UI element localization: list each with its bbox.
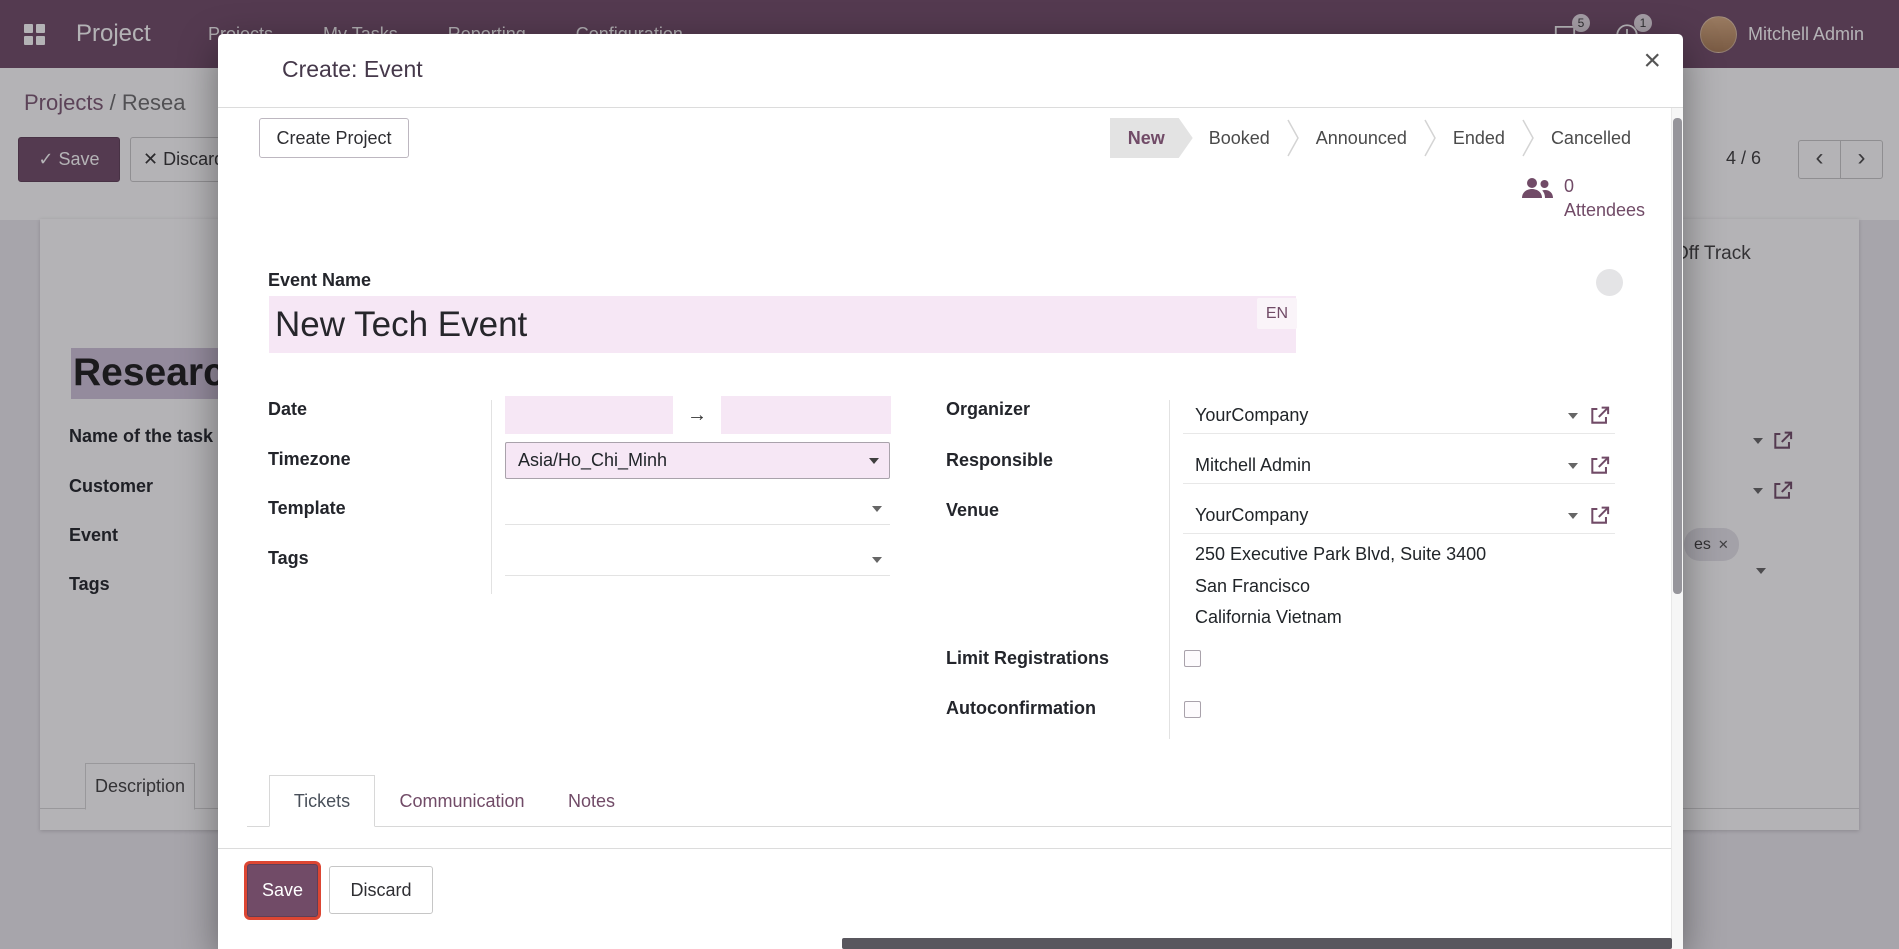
save-button[interactable]: Save bbox=[247, 864, 318, 917]
external-link-icon[interactable] bbox=[1588, 454, 1611, 477]
template-label: Template bbox=[268, 498, 346, 519]
modal-title: Create: Event bbox=[282, 56, 423, 83]
right-group-separator bbox=[1169, 400, 1170, 739]
dropdown-caret-icon[interactable] bbox=[1568, 463, 1578, 474]
modal-vertical-scrollbar-thumb[interactable] bbox=[1673, 118, 1682, 594]
date-end-input[interactable] bbox=[721, 396, 891, 434]
modal-vertical-scrollbar-track[interactable] bbox=[1671, 108, 1683, 949]
stage-ended[interactable]: Ended bbox=[1437, 118, 1521, 158]
date-start-input[interactable] bbox=[505, 396, 673, 434]
venue-address: 250 Executive Park Blvd, Suite 3400 San … bbox=[1195, 539, 1486, 634]
language-badge[interactable]: EN bbox=[1257, 298, 1297, 329]
create-event-modal: Create: Event × Create Project New Booke… bbox=[218, 34, 1683, 949]
date-range-arrow-icon: → bbox=[673, 396, 721, 434]
event-name-label: Event Name bbox=[268, 270, 371, 291]
responsible-field[interactable]: Mitchell Admin bbox=[1183, 448, 1615, 484]
venue-label: Venue bbox=[946, 500, 999, 521]
modal-horizontal-scrollbar-thumb[interactable] bbox=[842, 938, 1672, 949]
date-label: Date bbox=[268, 399, 307, 420]
left-group-separator bbox=[491, 400, 492, 594]
stage-separator-icon bbox=[1521, 118, 1535, 158]
autoconfirmation-checkbox[interactable] bbox=[1184, 701, 1201, 718]
stage-booked[interactable]: Booked bbox=[1193, 118, 1286, 158]
attendees-label: Attendees bbox=[1564, 198, 1645, 222]
image-placeholder-circle[interactable] bbox=[1596, 269, 1623, 296]
attendees-icon bbox=[1520, 174, 1554, 202]
template-field[interactable] bbox=[505, 493, 890, 525]
timezone-select[interactable]: Asia/Ho_Chi_Minh bbox=[505, 442, 890, 479]
organizer-field[interactable]: YourCompany bbox=[1183, 398, 1615, 434]
organizer-label: Organizer bbox=[946, 399, 1030, 420]
attendees-count: 0 bbox=[1564, 174, 1645, 198]
address-line: San Francisco bbox=[1195, 571, 1486, 603]
dropdown-caret-icon[interactable] bbox=[1568, 513, 1578, 524]
stage-new[interactable]: New bbox=[1110, 118, 1193, 158]
limit-registrations-checkbox[interactable] bbox=[1184, 650, 1201, 667]
discard-button[interactable]: Discard bbox=[329, 866, 433, 914]
create-project-button[interactable]: Create Project bbox=[259, 118, 409, 158]
tab-notes[interactable]: Notes bbox=[549, 775, 634, 827]
modal-close-icon[interactable]: × bbox=[1643, 44, 1661, 78]
venue-field[interactable]: YourCompany bbox=[1183, 498, 1615, 534]
limit-registrations-label: Limit Registrations bbox=[946, 648, 1109, 669]
header-divider bbox=[218, 107, 1683, 108]
stage-separator-icon bbox=[1423, 118, 1437, 158]
footer-divider bbox=[218, 848, 1683, 849]
external-link-icon[interactable] bbox=[1588, 404, 1611, 427]
screen: Project Projects My Tasks Reporting Conf… bbox=[0, 0, 1899, 949]
event-statusbar: New Booked Announced Ended Cancelled bbox=[1110, 118, 1647, 158]
tab-tickets[interactable]: Tickets bbox=[269, 775, 375, 827]
dropdown-caret-icon[interactable] bbox=[1568, 413, 1578, 424]
dropdown-caret-icon[interactable] bbox=[872, 557, 882, 568]
stage-separator-icon bbox=[1286, 118, 1300, 158]
tags-field[interactable] bbox=[505, 544, 890, 576]
tab-communication[interactable]: Communication bbox=[375, 775, 549, 827]
address-line: 250 Executive Park Blvd, Suite 3400 bbox=[1195, 539, 1486, 571]
address-line: California Vietnam bbox=[1195, 602, 1486, 634]
select-chevron-icon bbox=[869, 458, 879, 469]
responsible-label: Responsible bbox=[946, 450, 1053, 471]
stage-announced[interactable]: Announced bbox=[1300, 118, 1423, 158]
attendees-stat-button[interactable]: 0 Attendees bbox=[1520, 174, 1645, 222]
external-link-icon[interactable] bbox=[1588, 504, 1611, 527]
event-name-input[interactable] bbox=[269, 296, 1296, 353]
modal-tabs: Tickets Communication Notes bbox=[269, 775, 634, 827]
stage-cancelled[interactable]: Cancelled bbox=[1535, 118, 1647, 158]
timezone-label: Timezone bbox=[268, 449, 351, 470]
tags-label: Tags bbox=[268, 548, 309, 569]
autoconfirmation-label: Autoconfirmation bbox=[946, 698, 1096, 719]
dropdown-caret-icon[interactable] bbox=[872, 506, 882, 517]
